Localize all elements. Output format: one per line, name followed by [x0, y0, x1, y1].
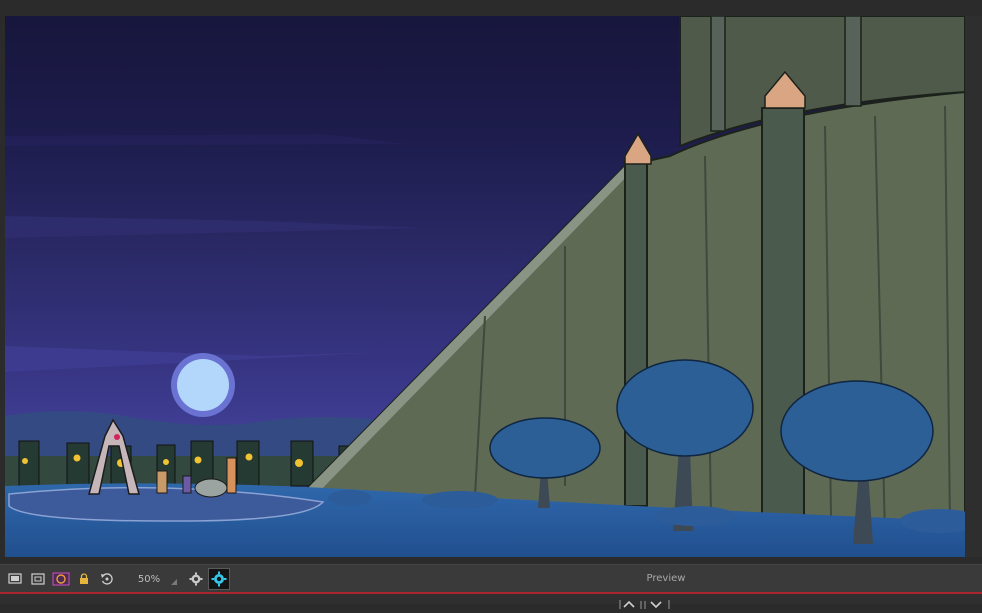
collapse-chevrons-icon[interactable]: [619, 594, 671, 609]
moon: [177, 359, 229, 411]
camera-toolbar: 50% Preview: [0, 564, 982, 593]
zoom-resize-handle-icon[interactable]: [170, 578, 178, 586]
safe-area-icon[interactable]: [29, 570, 47, 588]
preview-label: Preview: [646, 573, 686, 584]
zoom-level[interactable]: 50%: [131, 570, 167, 588]
gate-gem: [114, 434, 120, 440]
pillar: [761, 107, 805, 529]
pillar: [624, 160, 648, 507]
lock-icon[interactable]: [76, 570, 92, 588]
panel-footer: [0, 594, 982, 609]
camera-view[interactable]: [0, 0, 982, 564]
viewer-side-strip: [965, 16, 982, 557]
onion-skin-icon[interactable]: [51, 570, 71, 588]
render-gear-icon[interactable]: [187, 570, 205, 588]
reset-view-icon[interactable]: [98, 570, 116, 588]
preview-toggle-icon[interactable]: [208, 568, 230, 590]
scene-preview: [5, 16, 965, 557]
monitor-icon[interactable]: [6, 570, 24, 588]
